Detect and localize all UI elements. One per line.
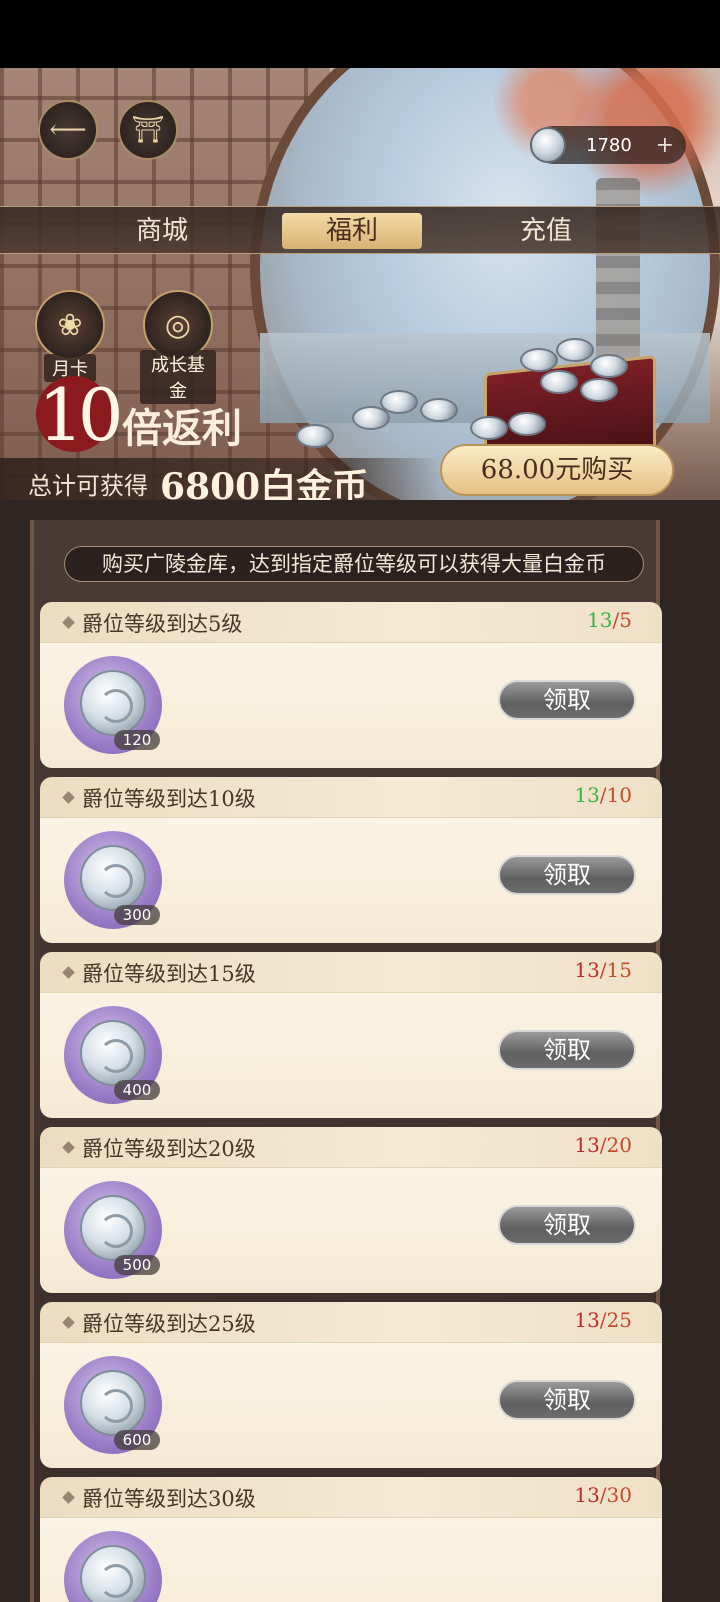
claim-button[interactable]: 领取 <box>498 1030 636 1070</box>
task-header: 爵位等级到达20级 13/20 <box>40 1127 662 1167</box>
task-progress: 13/25 <box>574 1308 632 1332</box>
platinum-coin-icon <box>80 845 146 911</box>
back-button[interactable]: ⟵ <box>38 100 98 160</box>
task-title: 爵位等级到达30级 <box>82 1487 256 1511</box>
month-card-icon: ❀ <box>35 290 105 360</box>
task-card: 爵位等级到达20级 13/20 500 领取 <box>40 1127 662 1293</box>
progress-required: 30 <box>606 1483 632 1507</box>
home-button[interactable]: ⛩ <box>118 100 178 160</box>
progress-separator: / <box>599 783 607 807</box>
reward-item[interactable]: 400 <box>64 1006 162 1104</box>
task-card: 爵位等级到达15级 13/15 400 领取 <box>40 952 662 1118</box>
reward-item[interactable]: 120 <box>64 656 162 754</box>
diamond-bullet-icon <box>62 1316 75 1329</box>
progress-separator: / <box>599 958 607 982</box>
progress-required: 10 <box>606 783 632 807</box>
progress-separator: / <box>599 1308 607 1332</box>
tab-shop[interactable]: 商城 <box>112 207 212 255</box>
progress-current: 13 <box>574 958 600 982</box>
reward-item[interactable]: 300 <box>64 831 162 929</box>
tab-bar: 商城 福利 充值 <box>0 206 720 254</box>
claim-button[interactable]: 领取 <box>498 1380 636 1420</box>
task-title: 爵位等级到达15级 <box>82 962 256 986</box>
growth-fund-button[interactable]: ◎ 成长基金 <box>140 290 216 404</box>
multiplier-number: 10 <box>38 373 124 457</box>
diamond-bullet-icon <box>62 616 75 629</box>
progress-separator: / <box>599 1133 607 1157</box>
task-card: 爵位等级到达25级 13/25 600 领取 <box>40 1302 662 1468</box>
task-header: 爵位等级到达15级 13/15 <box>40 952 662 992</box>
progress-required: 5 <box>619 608 632 632</box>
claim-button[interactable]: 领取 <box>498 1205 636 1245</box>
progress-required: 15 <box>606 958 632 982</box>
reward-item[interactable]: 600 <box>64 1356 162 1454</box>
claim-button[interactable]: 领取 <box>498 680 636 720</box>
task-header: 爵位等级到达30级 13/30 <box>40 1477 662 1517</box>
currency-value: 1780 <box>586 134 632 156</box>
diamond-bullet-icon <box>62 966 75 979</box>
task-progress: 13/30 <box>574 1483 632 1507</box>
rebate-text: 倍返利 <box>122 405 242 452</box>
task-header: 爵位等级到达5级 13/5 <box>40 602 662 642</box>
task-title: 爵位等级到达10级 <box>82 787 256 811</box>
notice-banner: 购买广陵金库，达到指定爵位等级可以获得大量白金币 <box>64 546 644 582</box>
add-currency-icon[interactable]: + <box>656 133 674 158</box>
task-progress: 13/15 <box>574 958 632 982</box>
progress-current: 13 <box>574 1308 600 1332</box>
reward-quantity: 300 <box>114 905 160 925</box>
task-title: 爵位等级到达25级 <box>82 1312 256 1336</box>
task-title: 爵位等级到达5级 <box>82 612 243 636</box>
task-title: 爵位等级到达20级 <box>82 1137 256 1161</box>
progress-required: 25 <box>606 1308 632 1332</box>
task-progress: 13/5 <box>587 608 632 632</box>
claim-button[interactable]: 领取 <box>498 855 636 895</box>
reward-quantity: 500 <box>114 1255 160 1275</box>
task-progress: 13/20 <box>574 1133 632 1157</box>
diamond-bullet-icon <box>62 791 75 804</box>
pavilion-icon: ⛩ <box>131 115 165 145</box>
platinum-coin-icon <box>530 127 566 163</box>
multiplier-badge: 10 <box>14 372 134 457</box>
status-bar <box>0 0 720 68</box>
platinum-coin-icon <box>80 1370 146 1436</box>
platinum-coin-icon <box>80 1195 146 1261</box>
task-progress: 13/10 <box>574 783 632 807</box>
progress-current: 13 <box>574 1483 600 1507</box>
back-arrow-icon: ⟵ <box>49 115 87 145</box>
task-header: 爵位等级到达25级 13/25 <box>40 1302 662 1342</box>
task-card: 爵位等级到达5级 13/5 120 领取 <box>40 602 662 768</box>
tab-recharge[interactable]: 充值 <box>496 207 596 255</box>
progress-required: 20 <box>606 1133 632 1157</box>
buy-button[interactable]: 68.00元购买 <box>440 444 674 496</box>
platinum-coin-icon <box>80 1545 146 1602</box>
platinum-coin-icon <box>80 670 146 736</box>
progress-current: 13 <box>587 608 613 632</box>
diamond-bullet-icon <box>62 1491 75 1504</box>
tab-welfare[interactable]: 福利 <box>282 213 422 249</box>
month-card-button[interactable]: ❀ 月卡 <box>32 290 108 382</box>
platinum-coin-icon <box>80 1020 146 1086</box>
diamond-bullet-icon <box>62 1141 75 1154</box>
task-card: 爵位等级到达30级 13/30 <box>40 1477 662 1602</box>
reward-quantity: 120 <box>114 730 160 750</box>
reward-quantity: 600 <box>114 1430 160 1450</box>
total-label: 总计可获得 <box>28 472 148 500</box>
task-header: 爵位等级到达10级 13/10 <box>40 777 662 817</box>
progress-current: 13 <box>574 1133 600 1157</box>
progress-separator: / <box>599 1483 607 1507</box>
reward-item[interactable]: 500 <box>64 1181 162 1279</box>
task-card: 爵位等级到达10级 13/10 300 领取 <box>40 777 662 943</box>
currency-display[interactable]: 1780 + <box>530 126 686 164</box>
progress-current: 13 <box>574 783 600 807</box>
reward-quantity: 400 <box>114 1080 160 1100</box>
